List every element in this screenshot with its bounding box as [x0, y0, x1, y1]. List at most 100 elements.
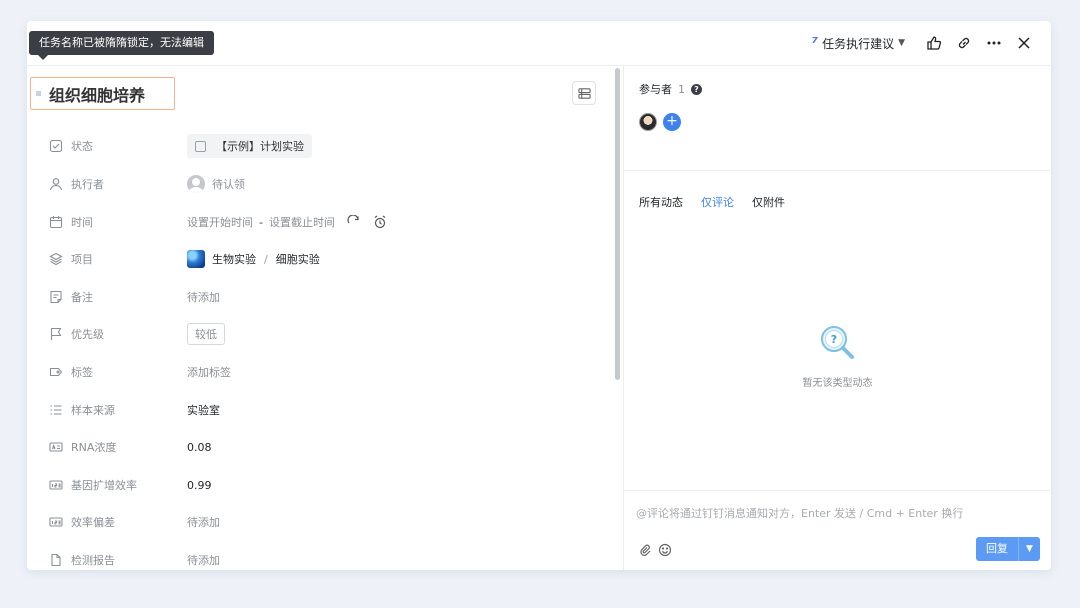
close-icon [1018, 37, 1030, 49]
field-time: 时间 设置开始时间 - 设置截止时间 [49, 209, 609, 235]
field-label: RNA浓度 [71, 441, 117, 454]
comment-composer: @评论将通过钉钉消息通知对方，Enter 发送 / Cmd + Enter 换行… [624, 490, 1051, 570]
link-button[interactable] [949, 30, 979, 56]
drag-handle-icon [36, 91, 41, 96]
reply-options-chevron-icon[interactable]: ▼ [1018, 537, 1040, 561]
field-report: 检测报告 待添加 [49, 547, 609, 570]
task-detail-panel: 任务名称已被隋隋锁定，无法编辑 ⁷ 任务执行建议 ▼ 组织细胞培养 状态 【示例… [27, 21, 1051, 570]
activity-tabs: 所有动态 仅评论 仅附件 [639, 192, 803, 212]
top-bar: 任务名称已被隋隋锁定，无法编辑 ⁷ 任务执行建议 ▼ [27, 21, 1051, 66]
reply-button[interactable]: 回复 [976, 537, 1018, 561]
attachment-icon[interactable] [638, 543, 652, 557]
field-value-status: 【示例】计划实验 [187, 134, 312, 158]
empty-glyph: ? [830, 333, 836, 346]
add-tag-link[interactable]: 添加标签 [187, 364, 231, 380]
note-value[interactable]: 待添加 [187, 289, 220, 305]
field-label: 检测报告 [71, 554, 115, 567]
participants-list: + [639, 113, 681, 131]
project-thumbnail [187, 250, 205, 268]
report-value[interactable]: 待添加 [187, 552, 220, 568]
link-icon [958, 37, 970, 49]
participants-label: 参与者 [639, 83, 672, 96]
file-icon [49, 553, 63, 567]
field-sample-source: 样本来源 实验室 [49, 397, 609, 423]
empty-text: 暂无该类型动态 [802, 378, 873, 389]
priority-badge[interactable]: 较低 [187, 323, 225, 345]
alarm-icon[interactable] [373, 215, 387, 229]
spark-icon: ⁷ [811, 34, 819, 52]
empty-state: ? 暂无该类型动态 [624, 322, 1051, 389]
project-name: 生物实验 [212, 253, 256, 266]
help-icon[interactable]: ? [691, 83, 702, 95]
more-icon [987, 41, 1001, 45]
field-project: 项目 生物实验 / 细胞实验 [49, 246, 609, 272]
number-field-icon [49, 478, 63, 492]
add-participant-button[interactable]: + [663, 113, 681, 131]
field-label: 效率偏差 [71, 516, 115, 529]
field-label: 标签 [71, 366, 93, 379]
task-title: 组织细胞培养 [49, 85, 146, 105]
flag-icon [49, 327, 63, 341]
lock-tooltip: 任务名称已被隋隋锁定，无法编辑 [29, 31, 214, 60]
more-button[interactable] [979, 30, 1009, 56]
field-label: 基因扩增效率 [71, 479, 137, 492]
thumbs-up-icon [927, 36, 942, 50]
field-tags: 标签 添加标签 [49, 359, 609, 385]
status-checkbox[interactable] [195, 140, 206, 152]
close-button[interactable] [1009, 30, 1039, 56]
composer-tools [638, 543, 678, 557]
repeat-icon[interactable] [347, 215, 361, 229]
suggest-label: 任务执行建议 [822, 36, 895, 51]
field-label: 优先级 [71, 328, 104, 341]
field-label: 时间 [71, 216, 93, 229]
start-time-link[interactable]: 设置开始时间 [187, 214, 253, 230]
efficiency-deviation-value[interactable]: 待添加 [187, 514, 220, 530]
tab-attachments-only[interactable]: 仅附件 [752, 192, 785, 212]
sample-source-value[interactable]: 实验室 [187, 402, 220, 418]
activity-column: 参与者 1 ? + 所有动态 仅评论 仅附件 ? 暂无该类型动态 @评论将通过钉… [624, 66, 1051, 570]
field-label: 样本来源 [71, 404, 115, 417]
note-icon [49, 290, 63, 304]
tag-icon [49, 365, 63, 379]
left-scrollbar[interactable] [615, 68, 620, 380]
gene-efficiency-value[interactable]: 0.99 [187, 479, 212, 492]
end-time-link[interactable]: 设置截止时间 [269, 214, 335, 230]
time-value: 设置开始时间 - 设置截止时间 [187, 214, 387, 230]
time-dash: - [259, 215, 263, 229]
list-icon [49, 403, 63, 417]
rna-value[interactable]: 0.08 [187, 441, 212, 454]
field-label: 执行者 [71, 178, 104, 191]
field-label: 备注 [71, 291, 93, 304]
top-actions: ⁷ 任务执行建议 ▼ [811, 30, 1039, 56]
checkbox-icon [49, 139, 63, 153]
task-fields-column: 组织细胞培养 状态 【示例】计划实验 执行者 待认领 时间 设置开始时间 - 设… [27, 66, 623, 570]
field-note: 备注 待添加 [49, 284, 609, 310]
thumbs-up-button[interactable] [919, 30, 949, 56]
participants-count: 1 [678, 82, 685, 96]
task-title-box[interactable]: 组织细胞培养 [30, 77, 175, 110]
search-question-icon: ? [820, 326, 854, 359]
field-assignee: 执行者 待认领 [49, 171, 609, 197]
priority-value: 较低 [187, 323, 225, 345]
assignee-text: 待认领 [212, 178, 245, 191]
status-chip[interactable]: 【示例】计划实验 [187, 134, 312, 158]
avatar-placeholder-icon [187, 175, 205, 193]
layers-icon [49, 252, 63, 266]
tab-all-activity[interactable]: 所有动态 [639, 192, 683, 212]
suggest-dropdown[interactable]: ⁷ 任务执行建议 ▼ [811, 34, 905, 52]
status-text: 【示例】计划实验 [216, 140, 304, 153]
field-gene-efficiency: 基因扩增效率 0.99 [49, 472, 609, 498]
number-field-icon [49, 515, 63, 529]
avatar[interactable] [639, 113, 657, 131]
layout-toggle-button[interactable] [572, 81, 596, 105]
layout-icon [577, 87, 591, 99]
comment-input[interactable]: @评论将通过钉钉消息通知对方，Enter 发送 / Cmd + Enter 换行 [636, 505, 963, 521]
right-divider [624, 170, 1051, 171]
text-field-icon [49, 440, 63, 454]
field-status: 状态 【示例】计划实验 [49, 133, 609, 159]
tab-comments-only[interactable]: 仅评论 [701, 192, 734, 212]
field-label: 项目 [71, 253, 93, 266]
emoji-icon[interactable] [658, 543, 672, 557]
project-value[interactable]: 生物实验 / 细胞实验 [187, 250, 320, 268]
assignee-picker[interactable]: 待认领 [187, 175, 245, 193]
